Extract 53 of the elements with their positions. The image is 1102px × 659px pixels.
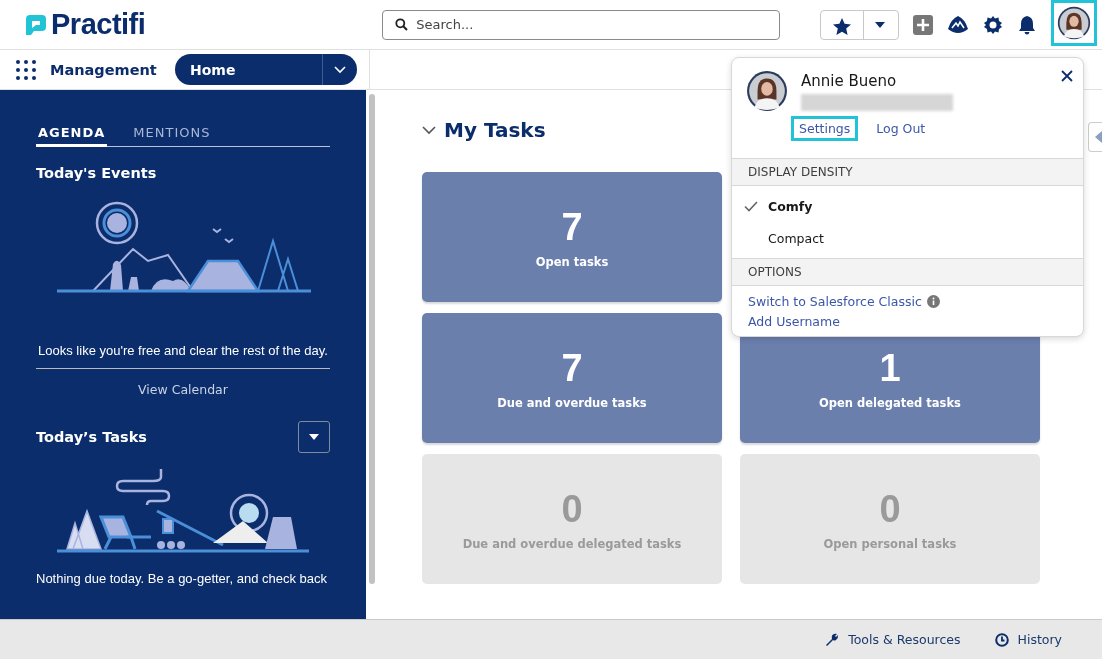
task-tile[interactable]: 7 Open tasks: [422, 172, 722, 302]
empty-message: Nothing due today. Be a go-getter, and check back: [36, 571, 327, 586]
caret-icon: [309, 434, 319, 440]
task-count: 7: [561, 346, 583, 390]
task-label: Open delegated tasks: [819, 395, 961, 410]
section-heading: OPTIONS: [732, 258, 1083, 286]
settings-icon[interactable]: [983, 14, 1003, 35]
nav-tab[interactable]: Home: [175, 54, 357, 85]
task-label: Open personal tasks: [823, 536, 957, 551]
avatar: [746, 70, 788, 112]
check-icon: [744, 200, 758, 212]
view-calendar-link[interactable]: View Calendar: [138, 382, 228, 397]
task-count: 7: [561, 205, 583, 249]
density-option[interactable]: Comfy: [732, 190, 1083, 222]
option-link[interactable]: Switch to Salesforce Classic: [748, 294, 922, 309]
option-link[interactable]: Add Username: [748, 314, 840, 329]
task-count: 0: [879, 487, 901, 531]
task-label: Open tasks: [535, 254, 609, 269]
app-name: Management: [50, 61, 158, 78]
sidebar-tab[interactable]: MENTIONS: [131, 125, 213, 147]
dropdown-button[interactable]: [298, 421, 330, 453]
task-label: Due and overdue delegated tasks: [462, 536, 682, 551]
add-icon[interactable]: [913, 14, 933, 35]
wrench-icon: [825, 632, 840, 647]
app-launcher-icon[interactable]: [16, 59, 36, 80]
footer-link[interactable]: Tools & Resources: [825, 632, 961, 647]
task-label: Due and overdue tasks: [497, 395, 647, 410]
task-count: 0: [561, 487, 583, 531]
search-icon: [395, 18, 409, 31]
logo-icon: [24, 12, 48, 37]
clock-icon: [994, 632, 1009, 647]
menu-link[interactable]: Settings: [791, 116, 859, 141]
collapse-handle[interactable]: [1088, 122, 1102, 152]
user-name: Annie Bueno: [801, 72, 898, 90]
logo-text: Practifi: [51, 8, 146, 41]
empty-message: Looks like you're free and clear the rest of the day.: [38, 343, 328, 358]
chevron-icon[interactable]: [422, 125, 436, 135]
section-heading: DISPLAY DENSITY: [732, 158, 1083, 186]
avatar-button[interactable]: [1057, 5, 1091, 40]
task-tile[interactable]: 7 Due and overdue tasks: [422, 313, 722, 443]
sidebar-tab[interactable]: AGENDA: [36, 125, 108, 147]
footer-link[interactable]: History: [994, 632, 1062, 647]
bell-icon[interactable]: [1017, 14, 1037, 35]
scrollbar-thumb[interactable]: [369, 94, 375, 584]
section-title: My Tasks: [444, 118, 546, 142]
density-option[interactable]: Compact: [732, 222, 1083, 254]
section-title: Today’s Tasks: [36, 429, 147, 445]
task-count: 1: [879, 346, 901, 390]
menu-link[interactable]: Log Out: [868, 116, 934, 141]
info-icon[interactable]: [926, 295, 940, 308]
search-field[interactable]: Search...: [382, 9, 781, 40]
mountain-icon[interactable]: [947, 14, 969, 35]
section-title: Today's Events: [36, 165, 158, 181]
